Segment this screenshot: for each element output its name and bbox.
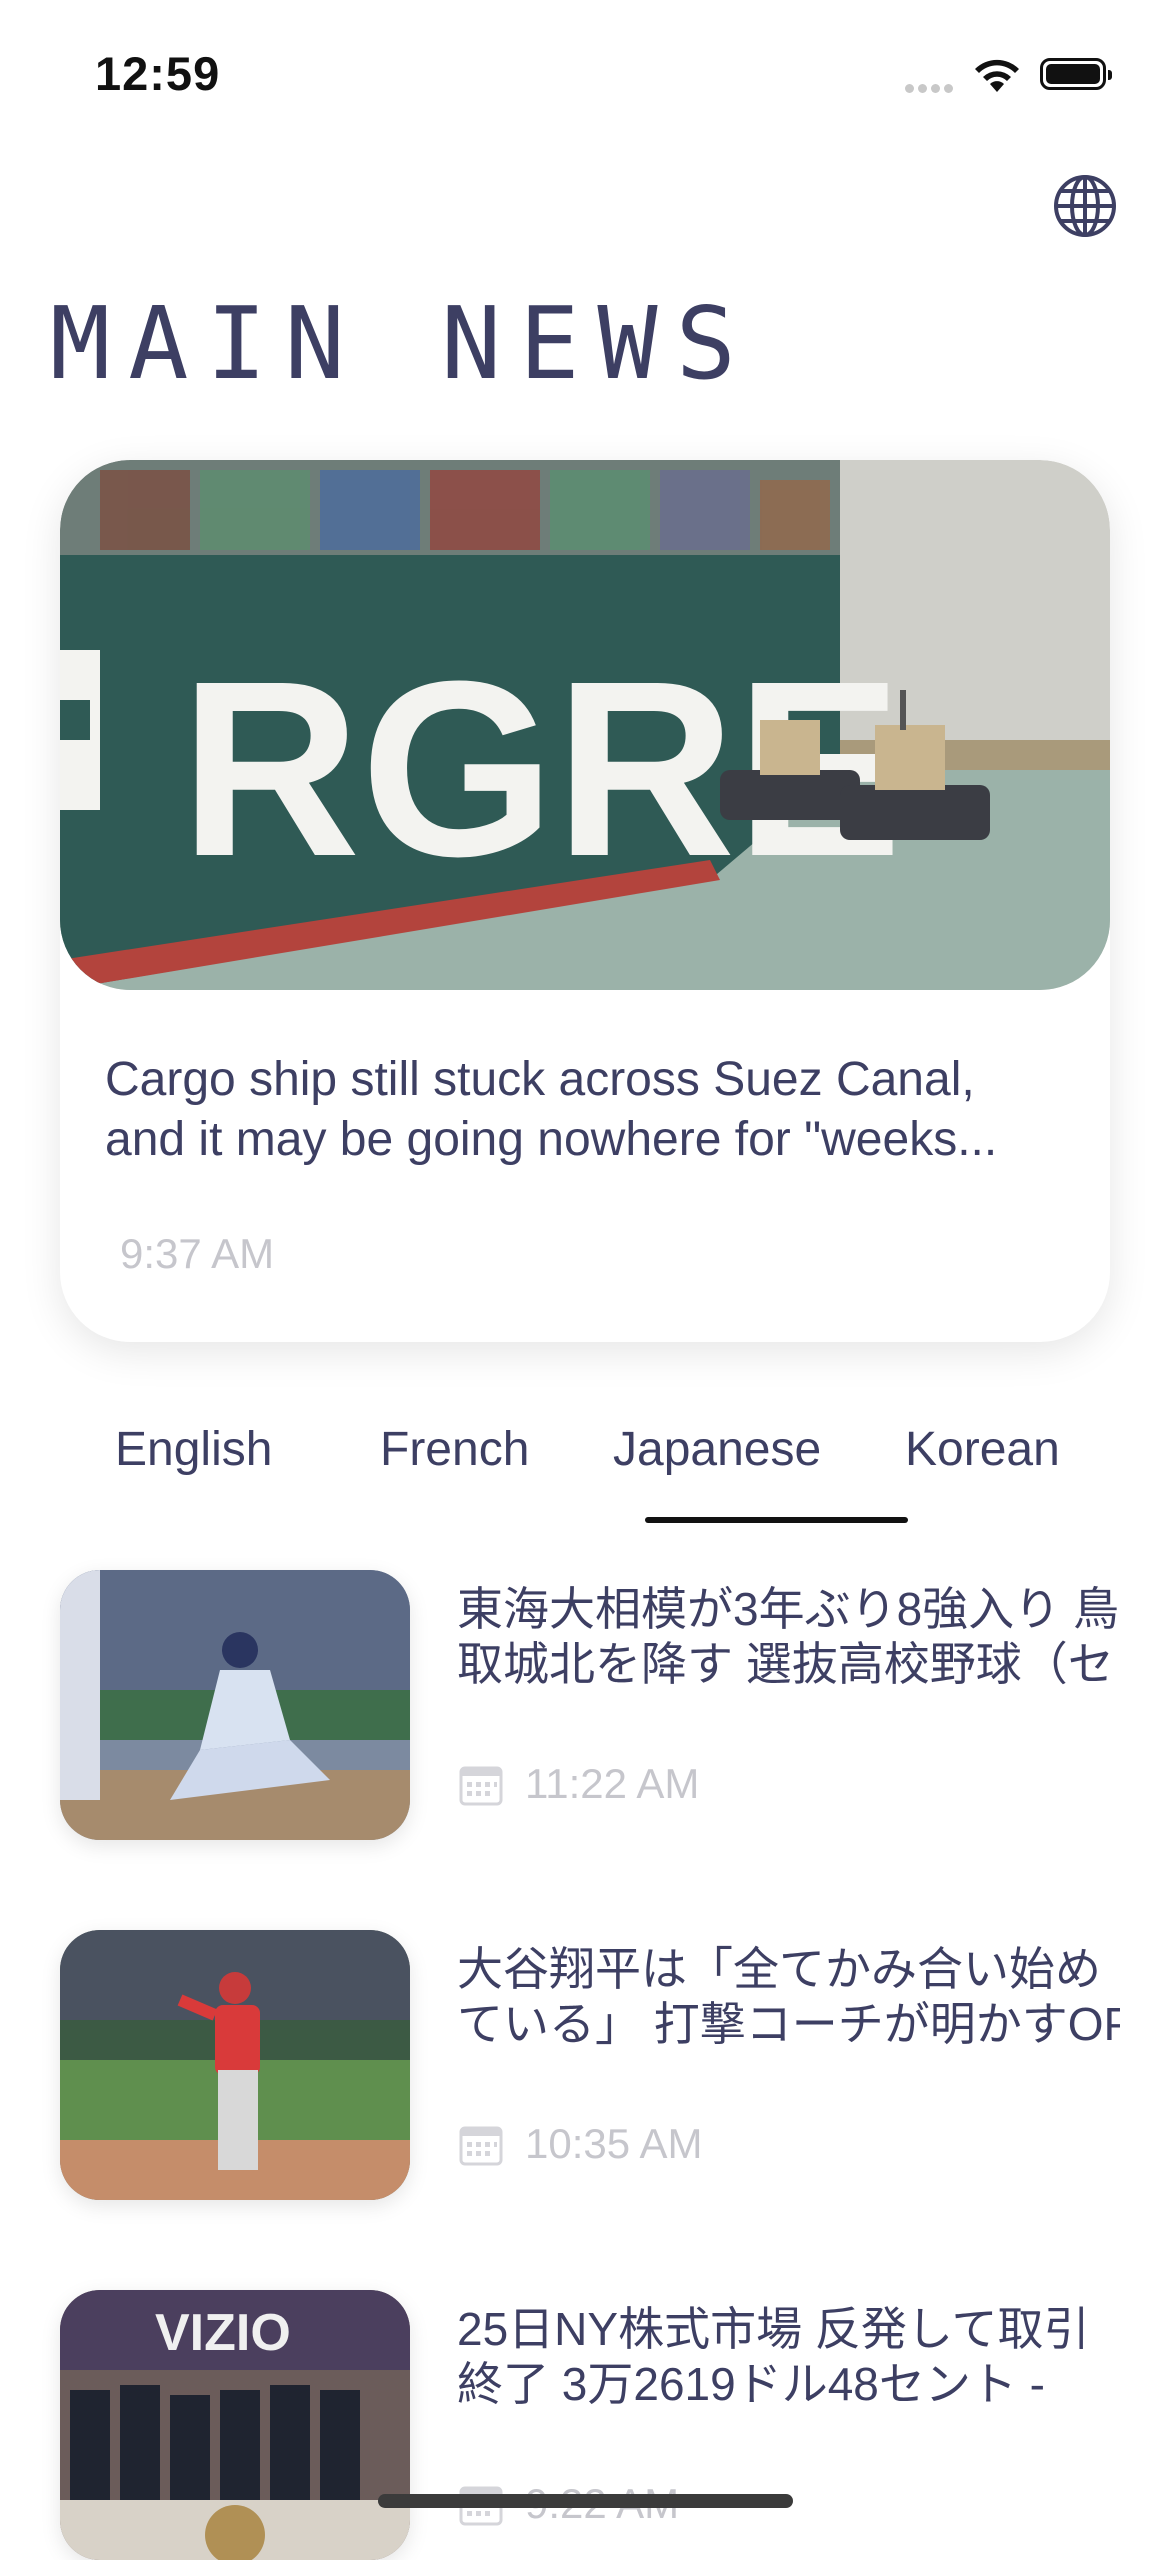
wifi-icon xyxy=(975,59,1019,92)
svg-text:VIZIO: VIZIO xyxy=(155,2304,291,2362)
featured-time: 9:37 AM xyxy=(120,1230,275,1277)
tab-japanese[interactable]: Japanese xyxy=(613,1422,821,1477)
news-item[interactable]: VIZIO 25日NY株式市場 反発して取引 終了 3万2619ドル48セント … xyxy=(60,2290,1120,2560)
tab-english[interactable]: English xyxy=(115,1422,272,1477)
tab-french[interactable]: French xyxy=(380,1422,529,1477)
news-item[interactable]: 東海大相模が3年ぶり8強入り 鳥 取城北を降す 選抜高校野球（セ 11:22 A… xyxy=(60,1570,1120,1840)
cargo-ship-image: RGRE xyxy=(60,460,1110,990)
calendar-icon xyxy=(459,1766,503,1806)
globe-icon[interactable] xyxy=(1052,173,1118,239)
featured-headline: Cargo ship still stuck across Suez Canal… xyxy=(105,1053,998,1166)
tab-selected-indicator xyxy=(645,1517,908,1523)
news-title: 東海大相模が3年ぶり8強入り 鳥 取城北を降す 選抜高校野球（セ xyxy=(457,1583,1119,1690)
cellular-signal-icon xyxy=(905,80,957,98)
news-meta: 11:22 AM xyxy=(457,1760,699,1808)
featured-news-card[interactable]: RGRE Cargo ship still stuck across Suez … xyxy=(60,460,1110,1342)
news-thumbnail: VIZIO xyxy=(60,2290,410,2560)
status-bar: 12:59 xyxy=(0,0,1170,150)
news-item[interactable]: 大谷翔平は「全てかみ合い始め ている」 打撃コーチが明かすOP 10:35 AM xyxy=(60,1930,1120,2200)
news-title: 25日NY株式市場 反発して取引 終了 3万2619ドル48セント - xyxy=(457,2303,1090,2410)
tab-korean[interactable]: Korean xyxy=(905,1422,1060,1477)
home-indicator[interactable] xyxy=(378,2494,793,2508)
calendar-icon xyxy=(459,2126,503,2166)
page-title: MAIN NEWS xyxy=(50,285,754,402)
news-thumbnail xyxy=(60,1930,410,2200)
news-title: 大谷翔平は「全てかみ合い始め ている」 打撃コーチが明かすOP xyxy=(457,1943,1120,2050)
language-tabs: English French Japanese Korean xyxy=(60,1400,1110,1530)
news-thumbnail xyxy=(60,1570,410,1840)
featured-image: RGRE xyxy=(60,460,1110,990)
status-time: 12:59 xyxy=(95,47,221,100)
news-time: 11:22 AM xyxy=(525,1760,700,1807)
battery-icon xyxy=(1040,58,1112,90)
news-time: 10:35 AM xyxy=(525,2120,703,2167)
news-meta: 10:35 AM xyxy=(457,2120,702,2168)
